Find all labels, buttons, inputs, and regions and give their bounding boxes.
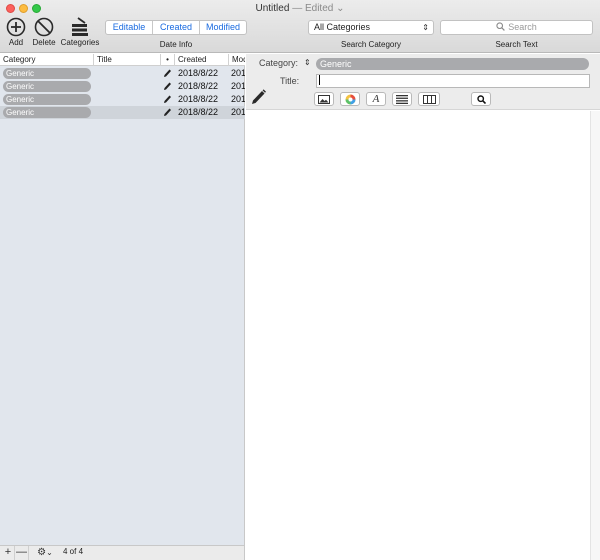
title-label: Title: (280, 76, 300, 86)
list-bottom-bar: + — ⚙⌄ 4 of 4 (0, 545, 245, 560)
category-pill: Generic (3, 68, 91, 79)
category-label: Category: (259, 58, 299, 68)
created-date: 2018/8/22 (178, 68, 219, 78)
find-button[interactable] (471, 92, 491, 106)
created-date: 2018/8/22 (178, 94, 219, 104)
editor-header: Category: ⇕ Generic Title: A (246, 54, 600, 110)
color-wheel-icon (345, 94, 355, 104)
segment-modified[interactable]: Modified (200, 21, 246, 34)
delete-label: Delete (32, 38, 56, 47)
color-button[interactable] (340, 92, 360, 106)
column-header-title[interactable]: Title (94, 54, 161, 66)
notes-list-panel: Category Title • Created Mod Generic 201… (0, 54, 245, 545)
table-icon (422, 94, 436, 104)
created-date: 2018/8/22 (178, 81, 219, 91)
toolbar: Untitled — Edited ⌄ Add Delete Categorie… (0, 0, 600, 53)
remove-row-button[interactable]: — (15, 546, 29, 560)
category-popup[interactable]: Generic (316, 58, 589, 70)
title-field[interactable] (316, 74, 590, 88)
date-info-segmented-control: Editable Created Modified (105, 20, 247, 35)
segment-editable[interactable]: Editable (106, 21, 153, 34)
table-header: Category Title • Created Mod (0, 54, 245, 66)
pencil-icon (164, 108, 171, 116)
categories-button[interactable]: Categories (60, 17, 100, 47)
created-date: 2018/8/22 (178, 107, 219, 117)
search-text-caption: Search Text (495, 40, 538, 49)
image-icon (318, 94, 330, 104)
add-label: Add (8, 38, 24, 47)
categories-label: Categories (60, 38, 100, 47)
category-pill: Generic (3, 107, 91, 118)
category-stepper-icon[interactable]: ⇕ (304, 58, 311, 67)
modified-date: 201 (231, 94, 245, 104)
search-input[interactable]: Search (440, 20, 593, 35)
column-header-category[interactable]: Category (0, 54, 94, 66)
column-header-created[interactable]: Created (175, 54, 229, 66)
search-placeholder: Search (508, 22, 537, 32)
modified-date: 201 (231, 68, 245, 78)
modified-date: 201 (231, 81, 245, 91)
search-category-caption: Search Category (340, 40, 402, 49)
column-header-editable[interactable]: • (161, 54, 175, 66)
add-row-button[interactable]: + (2, 546, 15, 560)
column-header-modified[interactable]: Mod (229, 54, 245, 66)
window-title: Untitled — Edited ⌄ (0, 3, 600, 14)
magnifier-icon (476, 94, 486, 104)
add-button[interactable]: Add (5, 17, 27, 47)
pencil-icon (164, 82, 171, 90)
font-button[interactable]: A (366, 92, 386, 106)
table-row[interactable]: Generic 2018/8/22 201 (0, 67, 245, 80)
add-circle-icon (6, 17, 26, 37)
note-body-editor[interactable] (246, 111, 590, 560)
insert-image-button[interactable] (314, 92, 334, 106)
pencil-icon (164, 69, 171, 77)
editor-scrollbar[interactable] (590, 111, 600, 560)
segment-created[interactable]: Created (153, 21, 200, 34)
category-pill: Generic (3, 94, 91, 105)
window-title-text: Untitled (255, 3, 290, 14)
modified-date: 201 (231, 107, 245, 117)
up-down-arrows-icon: ⇕ (422, 23, 429, 32)
category-select[interactable]: All Categories ⇕ (308, 20, 434, 35)
chevron-down-icon[interactable]: ⌄ (336, 3, 344, 14)
stack-icon (72, 17, 88, 36)
date-info-caption: Date Info (159, 40, 193, 49)
chevron-down-icon: ⌄ (46, 548, 53, 557)
list-icon (396, 94, 408, 104)
gear-icon: ⚙ (37, 547, 47, 558)
record-count: 4 of 4 (63, 547, 84, 556)
pencil-icon (164, 95, 171, 103)
table-row[interactable]: Generic 2018/8/22 201 (0, 93, 245, 106)
prohibit-icon (34, 17, 54, 37)
category-select-value: All Categories (314, 22, 371, 32)
editor-panel: Category: ⇕ Generic Title: A (246, 54, 600, 560)
delete-button[interactable]: Delete (31, 17, 57, 47)
table-format-button[interactable] (418, 92, 440, 106)
category-pill: Generic (3, 81, 91, 92)
text-caret (319, 75, 320, 85)
pencil-icon (252, 89, 266, 104)
table-row-selected[interactable]: Generic 2018/8/22 201 (0, 106, 245, 119)
font-icon: A (372, 93, 380, 105)
list-format-button[interactable] (392, 92, 412, 106)
search-icon (496, 22, 506, 31)
table-row[interactable]: Generic 2018/8/22 201 (0, 80, 245, 93)
action-menu-button[interactable]: ⚙⌄ (33, 546, 57, 560)
edited-indicator[interactable]: — Edited (292, 3, 333, 14)
